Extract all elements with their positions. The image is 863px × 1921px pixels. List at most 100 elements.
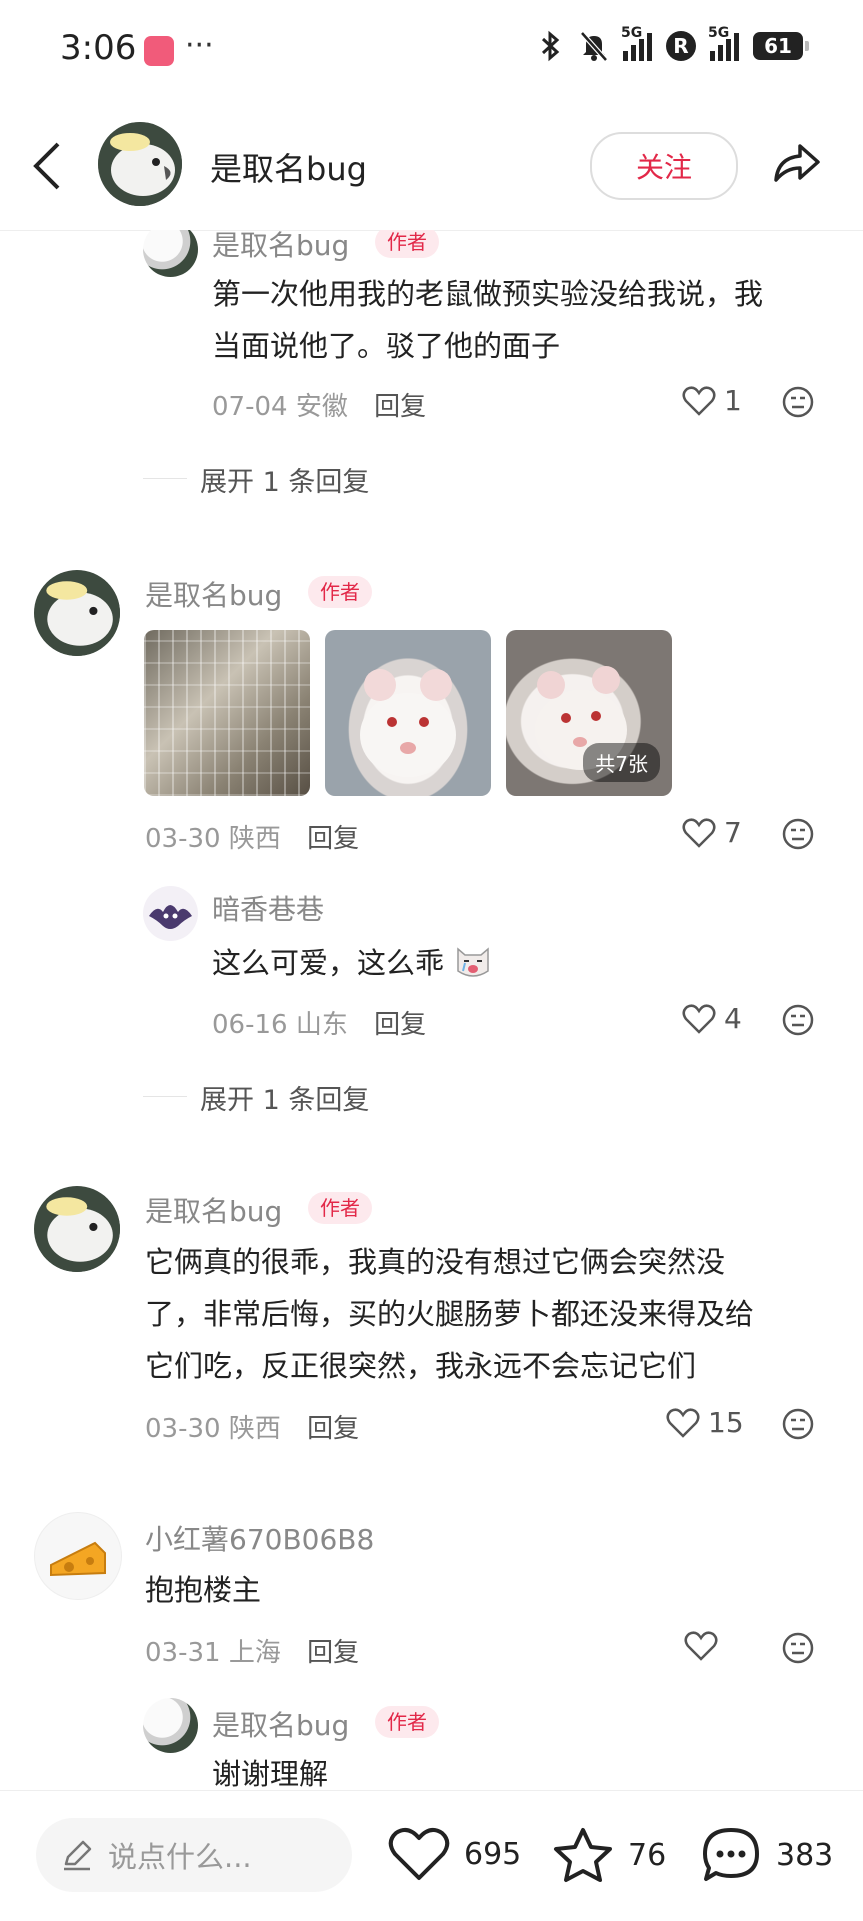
comment-text-body: 这么可爱，这么乖 (212, 946, 445, 980)
emoji-reaction-icon[interactable] (782, 1004, 814, 1036)
roaming-badge: R (666, 31, 696, 61)
author-tag: 作者 (375, 1706, 439, 1738)
like-button[interactable]: 4 (682, 1002, 742, 1035)
follow-button[interactable]: 关注 (590, 132, 738, 200)
comment-meta: 03-30 陕西 回复 (145, 818, 359, 855)
comment-date-location: 03-31 上海 (145, 1638, 281, 1668)
heart-icon (682, 1003, 716, 1034)
comment-input[interactable]: 说点什么... (36, 1818, 352, 1892)
comment-date-location: 07-04 安徽 (212, 392, 348, 422)
heart-icon (682, 385, 716, 416)
like-count: 4 (724, 1002, 742, 1035)
comment-text-line-1: 它俩真的很乖，我真的没有想过它俩会突然没 (145, 1245, 726, 1279)
battery-icon: 61 (753, 32, 809, 60)
comment-text-line-1: 第一次他用我的老鼠做预实验没给我说，我 (212, 277, 764, 311)
crying-cat-emoji-icon (457, 947, 489, 977)
commenter-avatar[interactable] (34, 1186, 120, 1272)
author-name[interactable]: 是取名bug (210, 144, 367, 190)
commenter-avatar[interactable] (34, 570, 120, 656)
heart-icon (682, 817, 716, 848)
reply-button[interactable]: 回复 (307, 824, 359, 854)
comment-text-line-2: 了，非常后悔，买的火腿肠萝卜都还没来得及给 (145, 1297, 755, 1331)
chat-bubble-icon (703, 1828, 759, 1881)
like-button[interactable] (684, 1630, 726, 1662)
like-button[interactable]: 7 (682, 816, 742, 849)
post-collect-count: 76 (628, 1837, 667, 1873)
like-count: 1 (724, 384, 742, 417)
comment-text-line-2: 当面说他了。驳了他的面子 (212, 329, 561, 363)
reply-button[interactable]: 回复 (374, 392, 426, 422)
status-time: 3:06 (60, 28, 137, 68)
like-count: 15 (708, 1406, 744, 1439)
comment-text: 抱抱楼主 (145, 1573, 262, 1607)
share-icon[interactable] (770, 136, 822, 188)
cockatoo-avatar-icon (34, 1186, 120, 1272)
mute-bell-icon (580, 31, 608, 62)
comment-meta: 07-04 安徽 回复 (212, 386, 426, 423)
comment-photo-cage[interactable] (144, 630, 310, 796)
comment-meta: 06-16 山东 回复 (212, 1004, 426, 1041)
emoji-reaction-icon[interactable] (782, 1632, 814, 1664)
bat-avatar-icon (149, 905, 192, 929)
signal-icon-2: 5G (708, 25, 739, 61)
comment-username[interactable]: 暗香巷巷 (212, 888, 324, 928)
app-notification-icon (144, 36, 174, 66)
cheese-avatar-icon (50, 1541, 106, 1577)
like-button[interactable]: 1 (682, 384, 742, 417)
bluetooth-icon (541, 30, 560, 62)
comment-username[interactable]: 是取名bug (145, 574, 282, 614)
cockatoo-avatar-icon (98, 122, 182, 206)
comment-date-location: 03-30 陕西 (145, 1414, 281, 1444)
commenter-avatar[interactable] (143, 1698, 198, 1753)
comment-date-location: 06-16 山东 (212, 1010, 348, 1040)
expand-replies-button[interactable]: 展开 1 条回复 (200, 460, 369, 499)
expand-divider (143, 478, 187, 479)
like-count: 7 (724, 816, 742, 849)
heart-icon (388, 1827, 450, 1880)
comment-photo-rat[interactable] (325, 630, 491, 796)
comment-username[interactable]: 是取名bug (145, 1190, 282, 1230)
network-type-1: 5G (621, 25, 643, 41)
heart-icon (684, 1631, 718, 1661)
author-tag: 作者 (375, 226, 439, 258)
commenter-avatar[interactable] (143, 222, 198, 277)
expand-divider (143, 1096, 187, 1097)
reply-button[interactable]: 回复 (307, 1414, 359, 1444)
comment-meta: 03-31 上海 回复 (145, 1632, 359, 1669)
star-icon (554, 1828, 612, 1882)
comment-text-line-3: 它们吃，反正很突然，我永远不会忘记它们 (145, 1349, 697, 1383)
commenter-avatar[interactable] (34, 1512, 122, 1600)
like-post-button[interactable]: 695 (388, 1826, 521, 1882)
comment-username[interactable]: 是取名bug (212, 224, 349, 264)
post-comment-count: 383 (776, 1837, 834, 1873)
comment-meta: 03-30 陕西 回复 (145, 1408, 359, 1445)
back-arrow-icon[interactable] (28, 138, 68, 194)
author-avatar[interactable] (98, 122, 182, 206)
photo-count-badge: 共7张 (583, 743, 660, 782)
cockatoo-avatar-icon (34, 570, 120, 656)
commenter-avatar[interactable] (143, 886, 198, 941)
collect-post-button[interactable]: 76 (552, 1826, 666, 1884)
comment-photo-rat-2[interactable]: 共7张 (506, 630, 672, 796)
comment-post-button[interactable]: 383 (700, 1826, 833, 1884)
emoji-reaction-icon[interactable] (782, 1408, 814, 1440)
author-tag: 作者 (308, 1192, 372, 1224)
network-type-2: 5G (708, 25, 730, 41)
emoji-reaction-icon[interactable] (782, 818, 814, 850)
comment-input-placeholder: 说点什么... (108, 1840, 252, 1874)
rat-photo-icon (360, 669, 456, 777)
comment-username[interactable]: 是取名bug (212, 1704, 349, 1744)
comment-username[interactable]: 小红薯670B06B8 (145, 1518, 374, 1558)
reply-button[interactable]: 回复 (307, 1638, 359, 1668)
comment-text: 这么可爱，这么乖 (212, 937, 493, 989)
expand-replies-button[interactable]: 展开 1 条回复 (200, 1078, 369, 1117)
emoji-reaction-icon[interactable] (782, 386, 814, 418)
author-tag: 作者 (308, 576, 372, 608)
status-icons: 5G R 5G 61 (537, 25, 809, 62)
status-more-dots: ··· (185, 28, 214, 63)
heart-icon (666, 1407, 700, 1438)
post-like-count: 695 (464, 1836, 522, 1872)
like-button[interactable]: 15 (666, 1406, 744, 1439)
reply-button[interactable]: 回复 (374, 1010, 426, 1040)
pencil-icon (64, 1840, 92, 1871)
